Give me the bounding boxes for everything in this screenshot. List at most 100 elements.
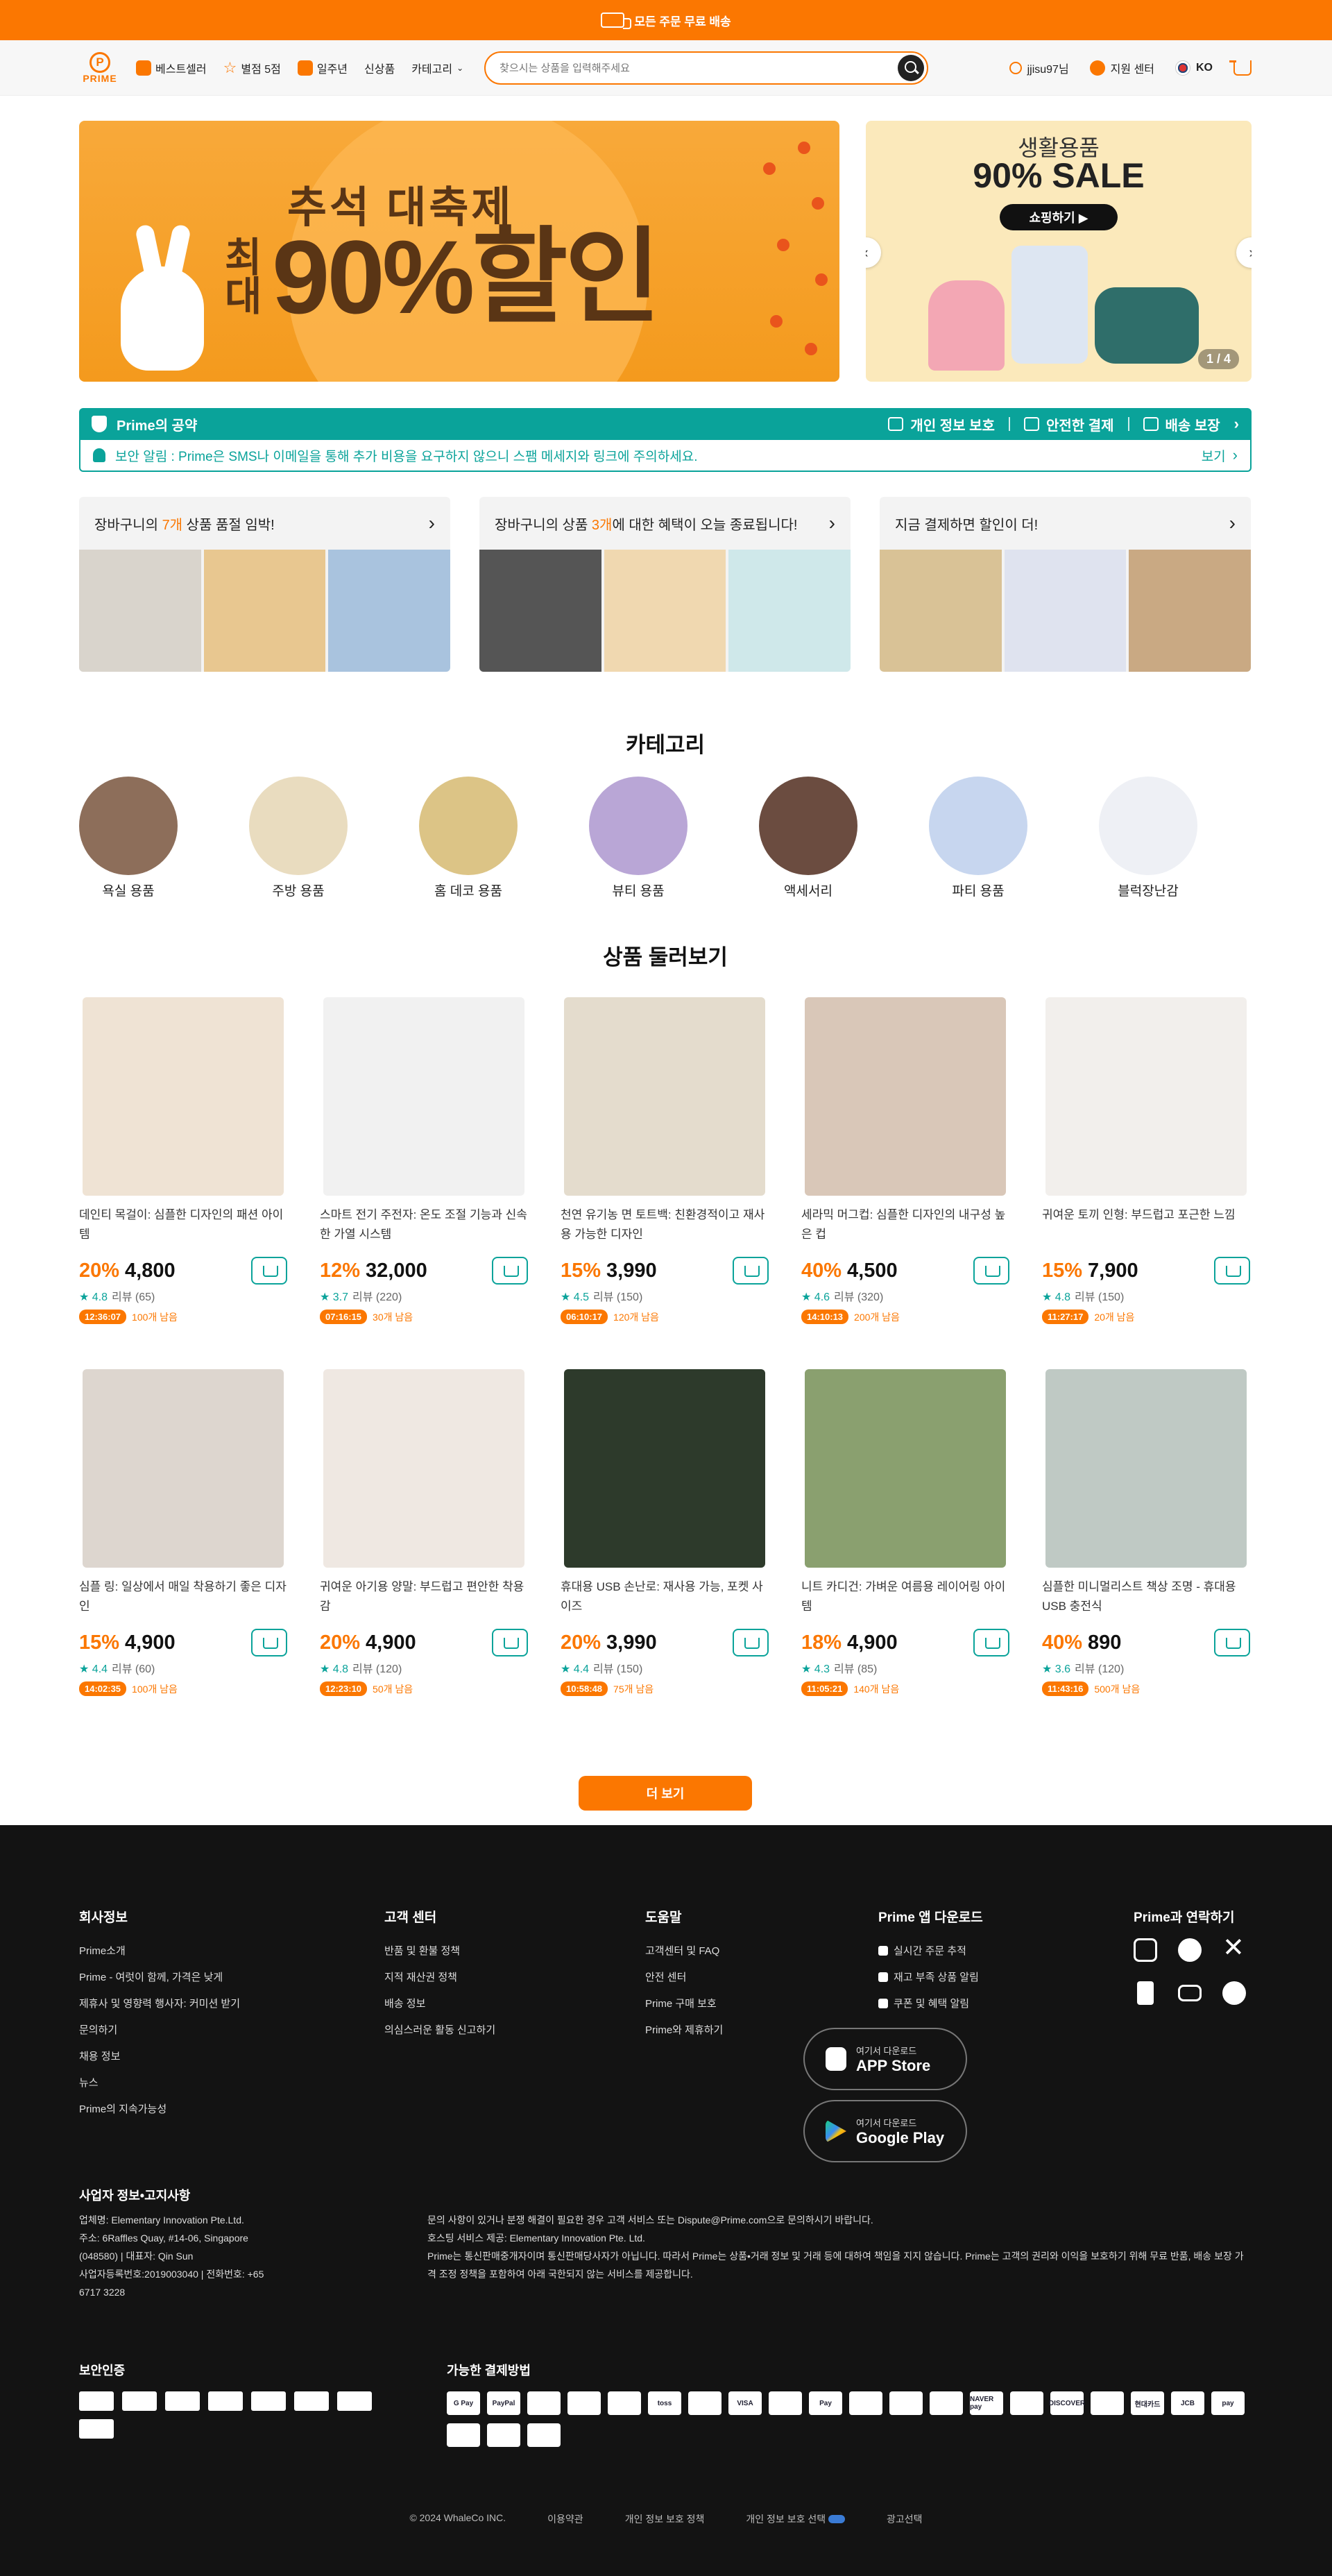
footer-link[interactable]: 의심스러운 활동 신고하기	[384, 2017, 495, 2044]
add-to-cart-button[interactable]	[492, 1629, 528, 1656]
carousel-next-button[interactable]: ›	[1236, 237, 1252, 268]
add-to-cart-button[interactable]	[733, 1629, 769, 1656]
product-image[interactable]	[1045, 997, 1247, 1196]
category-bath[interactable]: 욕실 용품	[79, 777, 178, 899]
product-card[interactable]: 천연 유기농 면 토트백: 친환경적이고 재사용 가능한 디자인 15% 3,990…	[561, 997, 769, 1369]
footer-link[interactable]: Prime - 여럿이 함께, 가격은 낮게	[79, 1965, 240, 1991]
prime-promise-bar[interactable]: Prime의 공약 개인 정보 보호 안전한 결제 배송 보장 ›	[79, 408, 1252, 440]
add-to-cart-button[interactable]	[973, 1629, 1009, 1656]
product-image[interactable]	[1045, 1369, 1247, 1568]
product-name[interactable]: 데인티 목걸이: 심플한 디자인의 패션 아이템	[79, 1205, 287, 1244]
product-name[interactable]: 휴대용 USB 손난로: 재사용 가능, 포켓 사이즈	[561, 1577, 769, 1616]
privacy-policy-link[interactable]: 개인 정보 보호 정책	[625, 2512, 705, 2526]
cart-icon[interactable]	[1229, 60, 1252, 76]
shop-now-button[interactable]: 쇼핑하기 ▶	[1000, 204, 1118, 230]
support-link[interactable]: 지원 센터	[1089, 60, 1154, 76]
product-image[interactable]	[323, 997, 524, 1196]
hero-main-banner[interactable]: 추석 대축제 최대 90%할인	[79, 121, 839, 382]
privacy-choices-link[interactable]: 개인 정보 보호 선택	[746, 2512, 846, 2526]
terms-link[interactable]: 이용약관	[547, 2512, 583, 2526]
nav-five-stars[interactable]: ☆ 별점 5점	[223, 59, 281, 77]
promise-privacy[interactable]: 개인 정보 보호	[888, 414, 995, 434]
footer-link[interactable]: 반품 및 환불 정책	[384, 1938, 495, 1965]
footer-link[interactable]: 고객센터 및 FAQ	[645, 1938, 723, 1965]
google-play-button[interactable]: 여기서 다운로드 Google Play	[803, 2100, 967, 2162]
category-accessory[interactable]: 액세서리	[759, 777, 857, 899]
facebook-icon[interactable]	[1178, 1938, 1202, 1962]
account-link[interactable]: jjisu97님	[1009, 60, 1069, 76]
footer-link[interactable]: 지적 재산권 정책	[384, 1965, 495, 1991]
cart-card-benefit[interactable]: 장바구니의 상품 3개에 대한 혜택이 오늘 종료됩니다! ›	[479, 497, 851, 672]
promise-payment[interactable]: 안전한 결제	[1023, 414, 1114, 434]
product-image[interactable]	[564, 1369, 765, 1568]
footer-link[interactable]: Prime의 지속가능성	[79, 2096, 240, 2123]
product-name[interactable]: 심플 링: 일상에서 매일 착용하기 좋은 디자인	[79, 1577, 287, 1616]
promise-delivery[interactable]: 배송 보장	[1143, 414, 1220, 434]
product-name[interactable]: 귀여운 아기용 양말: 부드럽고 편안한 착용감	[320, 1577, 528, 1616]
category-kitchen[interactable]: 주방 용품	[249, 777, 348, 899]
search-input[interactable]	[500, 62, 898, 74]
pinterest-icon[interactable]	[1222, 1981, 1246, 2005]
product-name[interactable]: 세라믹 머그컵: 심플한 디자인의 내구성 높은 컵	[801, 1205, 1009, 1244]
footer-link[interactable]: 제휴사 및 영향력 행사자: 커미션 받기	[79, 1991, 240, 2017]
nav-bestseller[interactable]: 베스트셀러	[136, 60, 207, 76]
product-name[interactable]: 귀여운 토끼 인형: 부드럽고 포근한 느낌	[1042, 1205, 1250, 1244]
product-name[interactable]: 심플한 미니멀리스트 책상 조명 - 휴대용 USB 충전식	[1042, 1577, 1250, 1616]
free-shipping-banner[interactable]: 모든 주문 무료 배송	[0, 0, 1332, 40]
footer-link[interactable]: 문의하기	[79, 2017, 240, 2044]
product-image[interactable]	[83, 1369, 284, 1568]
add-to-cart-button[interactable]	[492, 1257, 528, 1285]
product-card[interactable]: 휴대용 USB 손난로: 재사용 가능, 포켓 사이즈 20% 3,990 ★ 4.4…	[561, 1369, 769, 1741]
nav-category[interactable]: 카테고리 ⌄	[411, 60, 463, 76]
product-card[interactable]: 심플 링: 일상에서 매일 착용하기 좋은 디자인 15% 4,900 ★ 4.4 리뷰…	[79, 1369, 287, 1741]
add-to-cart-button[interactable]	[1214, 1629, 1250, 1656]
security-notice[interactable]: 보안 알림 : Prime은 SMS나 이메일을 통해 추가 비용을 요구하지 …	[79, 440, 1252, 472]
prime-logo[interactable]: P PRIME	[79, 49, 121, 87]
product-name[interactable]: 니트 카디건: 가벼운 여름용 레이어링 아이템	[801, 1577, 1009, 1616]
footer-link[interactable]: 채용 정보	[79, 2044, 240, 2070]
product-card[interactable]: 귀여운 아기용 양말: 부드럽고 편안한 착용감 20% 4,900 ★ 4.8 리뷰 …	[320, 1369, 528, 1741]
nav-new[interactable]: 신상품	[364, 60, 395, 76]
product-image[interactable]	[323, 1369, 524, 1568]
product-image[interactable]	[805, 1369, 1006, 1568]
category-blocks[interactable]: 블럭장난감	[1099, 777, 1197, 899]
load-more-button[interactable]: 더 보기	[579, 1776, 752, 1811]
ad-choices-link[interactable]: 광고선택	[887, 2512, 923, 2526]
product-card[interactable]: 스마트 전기 주전자: 온도 조절 기능과 신속한 가열 시스템 12% 32,00…	[320, 997, 528, 1369]
x-icon[interactable]: ✕	[1222, 1934, 1246, 1962]
category-beauty[interactable]: 뷰티 용품	[589, 777, 688, 899]
notice-more-link[interactable]: 보기 ›	[1202, 446, 1238, 465]
add-to-cart-button[interactable]	[251, 1629, 287, 1656]
footer-link[interactable]: 안전 센터	[645, 1965, 723, 1991]
product-name[interactable]: 스마트 전기 주전자: 온도 조절 기능과 신속한 가열 시스템	[320, 1205, 528, 1244]
youtube-icon[interactable]	[1178, 1985, 1202, 2001]
product-card[interactable]: 니트 카디건: 가벼운 여름용 레이어링 아이템 18% 4,900 ★ 4.3 리뷰 …	[801, 1369, 1009, 1741]
add-to-cart-button[interactable]	[973, 1257, 1009, 1285]
nav-anniversary[interactable]: 일주년	[297, 60, 348, 76]
footer-link[interactable]: Prime 구매 보호	[645, 1991, 723, 2017]
footer-link[interactable]: Prime소개	[79, 1938, 240, 1965]
tiktok-icon[interactable]	[1137, 1981, 1154, 2005]
category-party[interactable]: 파티 용품	[929, 777, 1027, 899]
product-name[interactable]: 천연 유기농 면 토트백: 친환경적이고 재사용 가능한 디자인	[561, 1205, 769, 1244]
hero-side-banner[interactable]: ‹ 생활용품 90% SALE 쇼핑하기 ▶ 1 / 4 ›	[866, 121, 1252, 382]
language-selector[interactable]: KO	[1175, 60, 1213, 76]
product-card[interactable]: 세라믹 머그컵: 심플한 디자인의 내구성 높은 컵 40% 4,500 ★ 4.6 리…	[801, 997, 1009, 1369]
footer-link[interactable]: Prime와 제휴하기	[645, 2017, 723, 2044]
add-to-cart-button[interactable]	[251, 1257, 287, 1285]
add-to-cart-button[interactable]	[1214, 1257, 1250, 1285]
product-card[interactable]: 심플한 미니멀리스트 책상 조명 - 휴대용 USB 충전식 40% 890 ★ 3.…	[1042, 1369, 1250, 1741]
product-image[interactable]	[805, 997, 1006, 1196]
cart-card-discount[interactable]: 지금 결제하면 할인이 더! ›	[880, 497, 1251, 672]
footer-link[interactable]: 뉴스	[79, 2070, 240, 2096]
add-to-cart-button[interactable]	[733, 1257, 769, 1285]
instagram-icon[interactable]	[1134, 1938, 1157, 1962]
carousel-prev-button[interactable]: ‹	[866, 237, 881, 268]
category-home-deco[interactable]: 홈 데코 용품	[419, 777, 518, 899]
product-image[interactable]	[564, 997, 765, 1196]
cart-card-soldout[interactable]: 장바구니의 7개 상품 품절 임박! ›	[79, 497, 450, 672]
product-card[interactable]: 데인티 목걸이: 심플한 디자인의 패션 아이템 20% 4,800 ★ 4.8 리뷰 …	[79, 997, 287, 1369]
product-card[interactable]: 귀여운 토끼 인형: 부드럽고 포근한 느낌 15% 7,900 ★ 4.8 리뷰 (1…	[1042, 997, 1250, 1369]
search-button[interactable]	[898, 55, 925, 81]
footer-link[interactable]: 배송 정보	[384, 1991, 495, 2017]
